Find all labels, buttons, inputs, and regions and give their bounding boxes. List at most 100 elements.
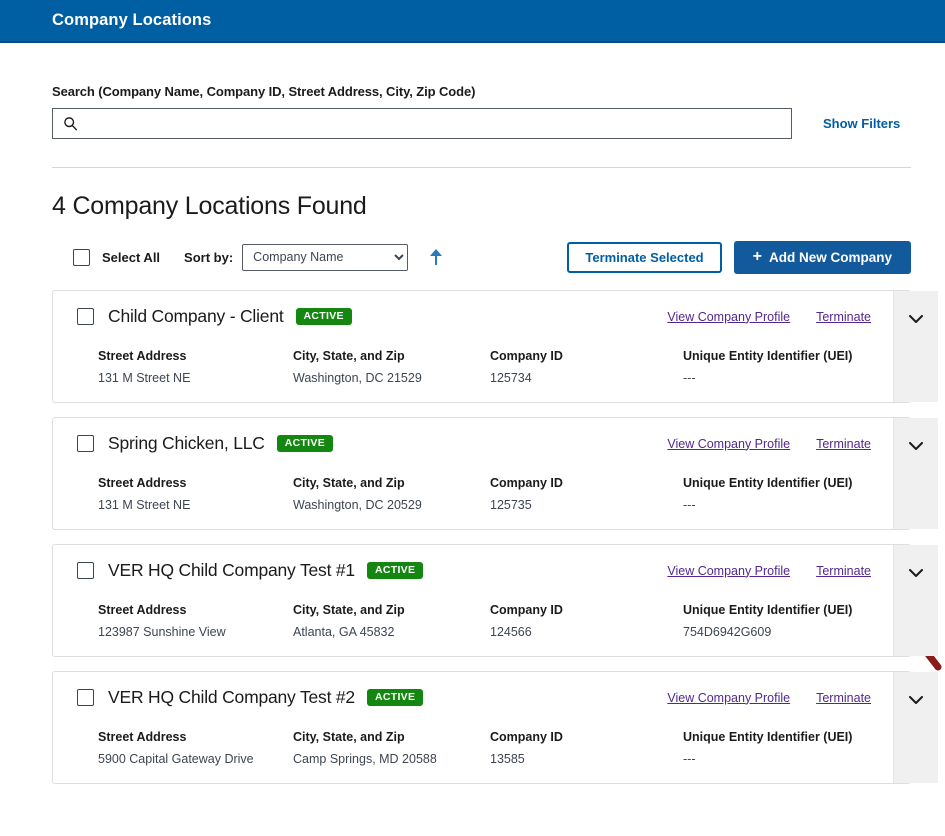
company-card-header: Child Company - Client ACTIVE View Company… [77, 306, 893, 327]
company-card-links: View Company Profile Terminate [667, 437, 893, 451]
company-name: VER HQ Child Company Test #2 [108, 687, 355, 707]
field-company-id: Company ID 124566 [490, 603, 683, 639]
terminate-link[interactable]: Terminate [816, 310, 871, 324]
field-value: 125735 [490, 498, 532, 512]
results-heading: 4 Company Locations Found [52, 192, 367, 220]
field-company-id: Company ID 13585 [490, 730, 683, 766]
field-street-address: Street Address 131 M Street NE [98, 476, 293, 512]
field-label: City, State, and Zip [293, 730, 405, 744]
field-value: --- [683, 371, 696, 385]
add-new-company-button[interactable]: + Add New Company [733, 240, 911, 274]
terminate-selected-button[interactable]: Terminate Selected [567, 241, 722, 273]
field-value: 131 M Street NE [98, 371, 191, 385]
search-label: Search (Company Name, Company ID, Street… [52, 84, 476, 99]
select-all-label: Select All [102, 249, 161, 265]
view-company-profile-link[interactable]: View Company Profile [667, 310, 790, 324]
field-label: Street Address [98, 349, 187, 363]
field-label: City, State, and Zip [293, 349, 405, 363]
company-card-body: VER HQ Child Company Test #1 ACTIVE View C… [53, 545, 893, 656]
company-name: Spring Chicken, LLC [108, 433, 265, 453]
field-uei: Unique Entity Identifier (UEI) --- [683, 476, 893, 512]
company-card-fields: Street Address 5900 Capital Gateway Drive… [77, 730, 893, 766]
company-select-checkbox[interactable] [77, 689, 94, 706]
field-value: Washington, DC 21529 [293, 371, 422, 385]
field-street-address: Street Address 5900 Capital Gateway Drive [98, 730, 293, 766]
company-card: VER HQ Child Company Test #2 ACTIVE View C… [52, 671, 938, 784]
field-value: Atlanta, GA 45832 [293, 625, 395, 639]
field-street-address: Street Address 123987 Sunshine View [98, 603, 293, 639]
company-card-links: View Company Profile Terminate [667, 564, 893, 578]
field-label: Company ID [490, 603, 563, 617]
view-company-profile-link[interactable]: View Company Profile [667, 691, 790, 705]
status-badge: ACTIVE [295, 307, 352, 326]
field-street-address: Street Address 131 M Street NE [98, 349, 293, 385]
sort-by-select[interactable]: Company Name [242, 243, 409, 271]
company-name: Child Company - Client [108, 306, 284, 326]
company-select-checkbox[interactable] [77, 435, 94, 452]
view-company-profile-link[interactable]: View Company Profile [667, 437, 790, 451]
field-uei: Unique Entity Identifier (UEI) --- [683, 349, 893, 385]
plus-icon: + [752, 248, 762, 265]
toolbar-right: Terminate Selected + Add New Company [567, 240, 911, 274]
arrow-up-icon[interactable] [428, 247, 444, 267]
page-content: Search (Company Name, Company ID, Street… [0, 43, 945, 784]
app-header: Company Locations [0, 0, 945, 43]
field-value: 13585 [490, 752, 525, 766]
page-title: Company Locations [52, 11, 212, 29]
section-divider [52, 167, 911, 168]
field-label: City, State, and Zip [293, 603, 405, 617]
field-city-state-zip: City, State, and Zip Camp Springs, MD 205… [293, 730, 490, 766]
view-company-profile-link[interactable]: View Company Profile [667, 564, 790, 578]
field-city-state-zip: City, State, and Zip Washington, DC 21529 [293, 349, 490, 385]
company-card-header: VER HQ Child Company Test #2 ACTIVE View C… [77, 687, 893, 708]
company-card: Child Company - Client ACTIVE View Company… [52, 290, 938, 403]
search-field[interactable] [52, 108, 792, 139]
company-card-fields: Street Address 123987 Sunshine View City, … [77, 603, 893, 639]
company-card: Spring Chicken, LLC ACTIVE View Company Pr… [52, 417, 938, 530]
search-row: Show Filters [52, 108, 911, 139]
field-label: Street Address [98, 603, 187, 617]
chevron-down-icon [909, 569, 923, 577]
company-card-body: Spring Chicken, LLC ACTIVE View Company Pr… [53, 418, 893, 529]
terminate-link[interactable]: Terminate [816, 437, 871, 451]
field-label: Unique Entity Identifier (UEI) [683, 603, 853, 617]
terminate-link[interactable]: Terminate [816, 691, 871, 705]
field-company-id: Company ID 125735 [490, 476, 683, 512]
chevron-down-icon [909, 696, 923, 704]
company-card-fields: Street Address 131 M Street NE City, State… [77, 476, 893, 512]
company-name: VER HQ Child Company Test #1 [108, 560, 355, 580]
status-badge: ACTIVE [366, 561, 424, 580]
expand-company-button[interactable] [893, 418, 938, 529]
company-card-header: Spring Chicken, LLC ACTIVE View Company Pr… [77, 433, 893, 454]
company-card: VER HQ Child Company Test #1 ACTIVE View C… [52, 544, 938, 657]
search-input[interactable] [78, 109, 791, 138]
field-value: Camp Springs, MD 20588 [293, 752, 437, 766]
status-badge: ACTIVE [366, 688, 424, 707]
show-filters-link[interactable]: Show Filters [823, 116, 900, 131]
field-value: Washington, DC 20529 [293, 498, 422, 512]
company-card-links: View Company Profile Terminate [667, 310, 893, 324]
field-value: 754D6942G609 [683, 625, 772, 639]
company-card-body: VER HQ Child Company Test #2 ACTIVE View C… [53, 672, 893, 783]
field-label: Company ID [490, 730, 563, 744]
field-value: 5900 Capital Gateway Drive [98, 752, 254, 766]
field-value: 125734 [490, 371, 532, 385]
field-company-id: Company ID 125734 [490, 349, 683, 385]
company-select-checkbox[interactable] [77, 308, 94, 325]
field-uei: Unique Entity Identifier (UEI) 754D6942G6… [683, 603, 893, 639]
field-value: --- [683, 752, 696, 766]
field-label: Street Address [98, 730, 187, 744]
field-uei: Unique Entity Identifier (UEI) --- [683, 730, 893, 766]
terminate-link[interactable]: Terminate [816, 564, 871, 578]
expand-company-button[interactable] [893, 291, 938, 402]
field-label: Unique Entity Identifier (UEI) [683, 476, 853, 490]
toolbar-left: Select All Sort by: Company Name [52, 243, 444, 271]
field-label: Unique Entity Identifier (UEI) [683, 730, 853, 744]
field-value: 131 M Street NE [98, 498, 191, 512]
sort-by-label: Sort by: [184, 249, 234, 265]
expand-company-button[interactable] [893, 545, 938, 656]
company-select-checkbox[interactable] [77, 562, 94, 579]
field-label: Street Address [98, 476, 187, 490]
expand-company-button[interactable] [893, 672, 938, 783]
select-all-checkbox[interactable] [73, 248, 90, 266]
